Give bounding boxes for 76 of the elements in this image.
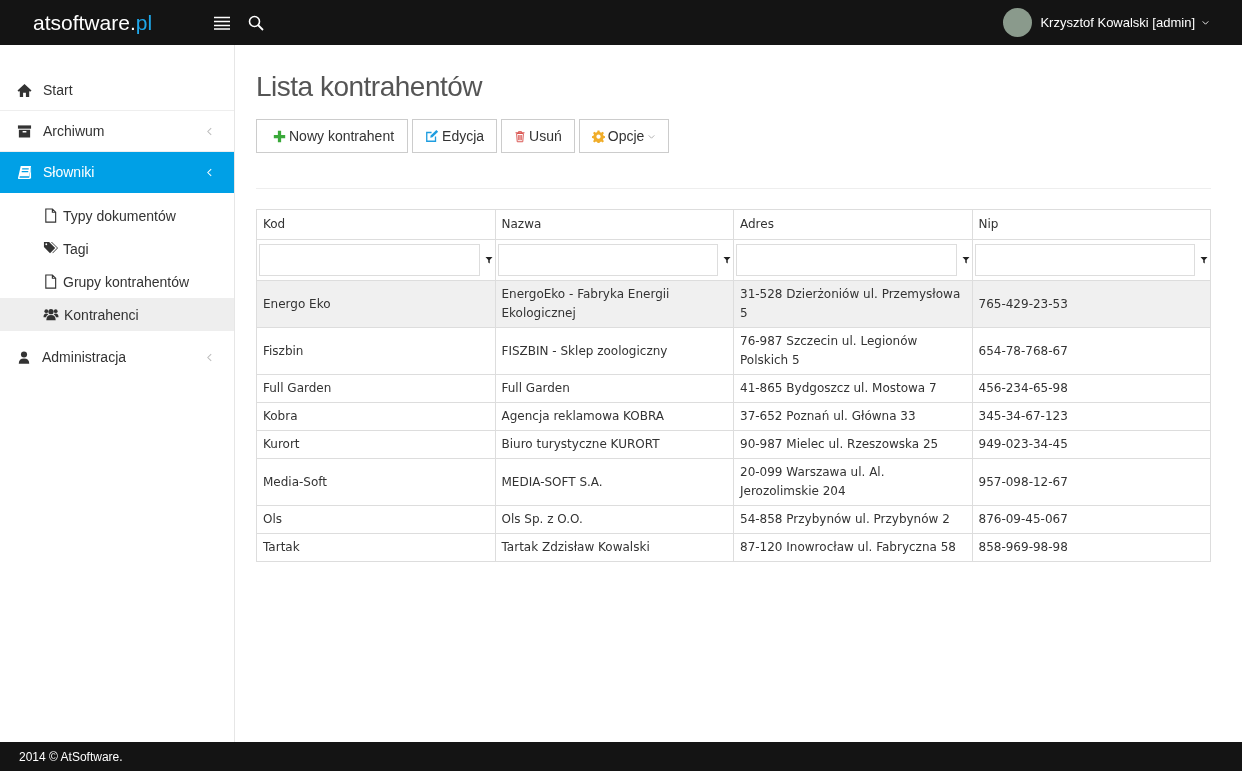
column-header[interactable]: Nazwa bbox=[495, 209, 734, 240]
table-cell: Energo Eko bbox=[256, 280, 495, 328]
filter-icon bbox=[961, 256, 970, 264]
caret-icon bbox=[1201, 18, 1210, 27]
filter-field[interactable] bbox=[736, 244, 957, 276]
table-cell: 456-234-65-98 bbox=[972, 374, 1211, 403]
table-cell: Tartak bbox=[256, 533, 495, 562]
filter-icon bbox=[723, 256, 731, 264]
user-icon bbox=[17, 349, 31, 365]
column-header[interactable]: Nip bbox=[972, 209, 1211, 240]
table-cell: 54-858 Przybynów ul. Przybynów 2 bbox=[733, 505, 972, 534]
table-cell: 858-969-98-98 bbox=[972, 533, 1211, 562]
table-cell: 31-528 Dzierżoniów ul. Przemysłowa 5 bbox=[733, 280, 972, 328]
table-cell: Agencja reklamowa KOBRA bbox=[495, 402, 734, 431]
table-cell: EnergoEko - Fabryka Energii Ekologicznej bbox=[495, 280, 734, 328]
table-cell: Fiszbin bbox=[256, 327, 495, 375]
table-cell: 876-09-45-067 bbox=[972, 505, 1211, 534]
sidebar-subitem[interactable]: Grupy kontrahentów bbox=[0, 265, 234, 298]
users-icon bbox=[43, 307, 59, 322]
avatar bbox=[1003, 8, 1033, 37]
gear-icon bbox=[591, 129, 605, 143]
trash-icon bbox=[514, 129, 527, 143]
archive-icon bbox=[17, 123, 32, 139]
table-cell: Full Garden bbox=[495, 374, 734, 403]
menu-button[interactable] bbox=[214, 15, 230, 30]
filter-field[interactable] bbox=[497, 244, 718, 276]
edit-icon bbox=[425, 129, 440, 143]
table-cell: Kurort bbox=[256, 430, 495, 459]
tags-icon bbox=[43, 241, 58, 256]
filter-icon bbox=[484, 256, 493, 264]
table-cell: 345-34-67-123 bbox=[972, 402, 1211, 431]
sidebar-item[interactable]: Administracja bbox=[0, 337, 234, 377]
table-cell: 20-099 Warszawa ul. Al. Jerozolimskie 204 bbox=[733, 458, 972, 506]
filter-field[interactable] bbox=[259, 244, 480, 276]
sidebar-subitem[interactable]: Typy dokumentów bbox=[0, 199, 234, 232]
table-cell: Kobra bbox=[256, 402, 495, 431]
sidebar-subitem[interactable]: Tagi bbox=[0, 232, 234, 265]
footer-text: 2014 © AtSoftware. bbox=[0, 742, 1242, 771]
table-cell: Full Garden bbox=[256, 374, 495, 403]
toolbar-button[interactable]: Usuń bbox=[501, 119, 575, 153]
search-icon bbox=[248, 14, 264, 31]
table-cell: 654-78-768-67 bbox=[972, 327, 1211, 375]
user-menu[interactable]: Krzysztof Kowalski [admin] bbox=[997, 7, 1216, 38]
menu-icon bbox=[214, 15, 230, 30]
toolbar-button[interactable]: Opcje bbox=[578, 119, 670, 153]
table-cell: 41-865 Bydgoszcz ul. Mostowa 7 bbox=[733, 374, 972, 403]
sidebar-subitem[interactable]: Kontrahenci bbox=[0, 298, 234, 331]
table-cell: 949-023-34-45 bbox=[972, 430, 1211, 459]
toolbar-button[interactable]: Nowy kontrahent bbox=[256, 119, 409, 153]
table-cell: 87-120 Inowrocław ul. Fabryczna 58 bbox=[733, 533, 972, 562]
plus-icon bbox=[273, 129, 286, 143]
table-cell: MEDIA-SOFT S.A. bbox=[495, 458, 734, 506]
table-cell: FISZBIN - Sklep zoologiczny bbox=[495, 327, 734, 375]
book-icon bbox=[17, 164, 32, 180]
file-icon bbox=[43, 208, 58, 223]
table-cell: Biuro turystyczne KURORT bbox=[495, 430, 734, 459]
file-icon bbox=[43, 274, 58, 289]
sidebar-item[interactable]: Start bbox=[0, 70, 234, 111]
table-cell: Ols Sp. z O.O. bbox=[495, 505, 734, 534]
table-cell: 90-987 Mielec ul. Rzeszowska 25 bbox=[733, 430, 972, 459]
filter-field[interactable] bbox=[974, 244, 1195, 276]
table-cell: 37-652 Poznań ul. Główna 33 bbox=[733, 402, 972, 431]
table-cell: 76-987 Szczecin ul. Legionów Polskich 5 bbox=[733, 327, 972, 375]
page-title: Lista kontrahentów bbox=[256, 71, 484, 103]
table-cell: 765-429-23-53 bbox=[972, 280, 1211, 328]
table-cell: Media-Soft bbox=[256, 458, 495, 506]
filter-icon bbox=[1200, 256, 1208, 264]
toolbar-button[interactable]: Edycja bbox=[412, 119, 498, 153]
table-cell: Ols bbox=[256, 505, 495, 534]
column-header[interactable]: Adres bbox=[733, 209, 972, 240]
home-icon bbox=[17, 82, 32, 98]
table-cell: Tartak Zdzisław Kowalski bbox=[495, 533, 734, 562]
logo[interactable]: atsoftware.pl bbox=[0, 10, 200, 35]
search-button[interactable] bbox=[248, 14, 264, 31]
table-cell: 957-098-12-67 bbox=[972, 458, 1211, 506]
column-header[interactable]: Kod bbox=[256, 209, 495, 240]
